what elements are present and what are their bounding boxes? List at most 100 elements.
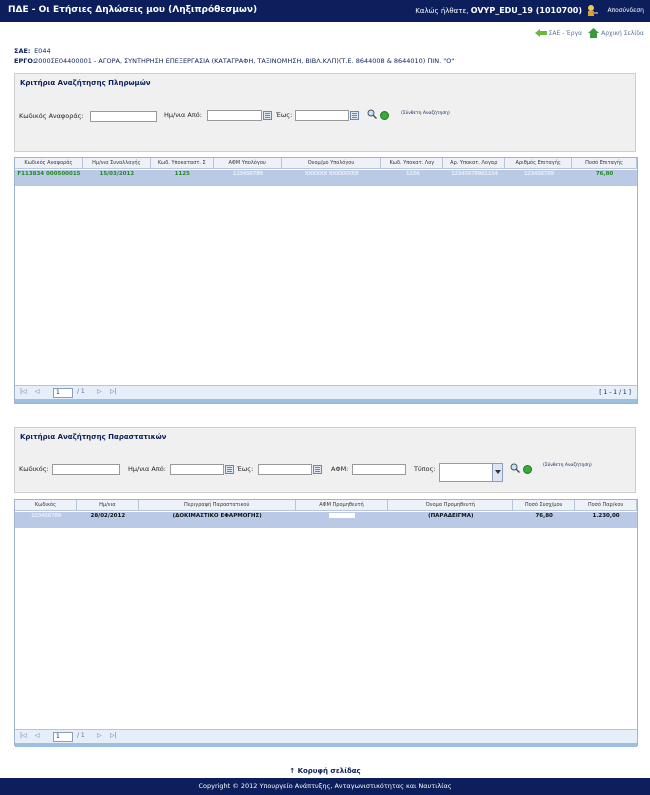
documents-advanced-search-link[interactable]: (Σύνθετη Αναζήτηση) [543,463,592,468]
page-total: / 1 [77,732,85,739]
col-header[interactable]: Περιγραφή Παραστατικού [139,500,296,510]
pager-strip [15,399,637,403]
nav-links: ΣΑΕ - Έργα Αρχική Σελίδα [534,28,644,38]
type-label: Τύπος: [414,465,436,473]
home-icon [588,28,600,38]
payments-advanced-search-link[interactable]: (Σύνθετη Αναζήτηση) [401,111,450,116]
sae-value: E044 [34,47,51,55]
col-header[interactable]: Αρ. Υποκατ. Λογαρ [443,158,506,168]
col-header[interactable]: Ημ/νια Συναλλαγής [83,158,151,168]
calendar-icon[interactable] [263,111,272,120]
pager-strip [15,743,637,747]
chevron-down-icon[interactable] [492,464,502,481]
prev-page-icon[interactable]: ◁ [35,388,40,395]
first-page-icon[interactable]: |◁ [20,732,27,739]
payments-grid: Κωδικός Αναφοράς Ημ/νια Συναλλαγής Κωδ. … [14,157,638,404]
cell-date: 28/02/2012 [90,513,126,519]
cell-code: 123456789 [30,513,61,519]
last-page-icon[interactable]: ▷| [110,732,117,739]
calendar-icon[interactable] [313,465,322,474]
cell-branch: 1125 [174,171,190,177]
col-header[interactable]: Κωδ. Υποκατ. Λογ [381,158,444,168]
calendar-icon[interactable] [350,111,359,120]
col-header[interactable]: ΑΦΜ Υπολόγου [214,158,282,168]
payments-grid-header: Κωδικός Αναφοράς Ημ/νια Συναλλαγής Κωδ. … [15,158,638,169]
home-link[interactable]: Αρχική Σελίδα [588,28,644,38]
cell-total: 1.230,00 [592,513,620,519]
col-header[interactable]: Ημ/νια [77,500,139,510]
next-page-icon[interactable]: ▷ [97,732,102,739]
col-header[interactable]: Κωδ. Υποκαταστ. Σ [151,158,214,168]
documents-grid: Κωδικός Ημ/νια Περιγραφή Παραστατικού ΑΦ… [14,499,638,747]
sae-label: ΣΑΕ: [14,47,31,55]
cell-afm: 123456789 [232,171,263,177]
documents-search-panel: Κριτήρια Αναζήτησης Παραστατικών Κωδικός… [14,427,636,493]
col-header[interactable]: Ποσό Συσχ/μου [513,500,576,510]
project-info: ΣΑΕ: E044 ΕΡΓΟ: 2000ΣΕ04400001 - ΑΓΟΡΑ, … [14,46,454,66]
welcome-text: Καλώς ήλθατε, OVYP_EDU_19 (1010700) [415,6,582,15]
payments-date-to-label: Έως: [276,111,293,119]
col-header[interactable]: Ποσό Επιταγής [572,158,638,168]
welcome-prefix: Καλώς ήλθατε, [415,7,469,15]
cell-desc: (ΔΟΚΙΜΑΣΤΙΚΟ ΕΦΑΡΜΟΓΗΣ) [172,513,262,519]
documents-pager: |◁ ◁ 1 / 1 ▷ ▷| [15,729,637,747]
cell-afm [296,512,389,528]
refresh-icon[interactable] [380,111,389,120]
back-to-top-link[interactable]: ↑ Κορυφή σελίδας [0,767,650,775]
cell-check-no: 123456789 [523,171,554,177]
sae-projects-link[interactable]: ΣΑΕ - Έργα [534,29,583,37]
payments-date-to-input[interactable] [295,110,349,121]
last-page-icon[interactable]: ▷| [110,388,117,395]
payments-search-panel: Κριτήρια Αναζήτησης Πληρωμών Κωδικός Ανα… [14,73,636,152]
cell-name: XXXXXX XXXXXXXX [304,171,359,177]
table-row[interactable]: 123456789 28/02/2012 (ΔΟΚΙΜΑΣΤΙΚΟ ΕΦΑΡΜΟ… [15,512,637,528]
afm-input[interactable] [352,464,406,475]
payments-search-title: Κριτήρια Αναζήτησης Πληρωμών [20,79,151,87]
documents-date-from-input[interactable] [170,464,224,475]
first-page-icon[interactable]: |◁ [20,388,27,395]
payments-date-from-input[interactable] [207,110,262,121]
code-input[interactable] [52,464,120,475]
col-header[interactable]: ΑΦΜ Προμηθευτή [296,500,389,510]
col-header[interactable]: Κωδικός Αναφοράς [15,158,83,168]
table-row[interactable]: F113834 000500015 15/03/2012 1125 123456… [15,170,637,186]
col-header[interactable]: Όνομα Προμηθευτή [388,500,514,510]
payments-date-from-label: Ημ/νια Από: [164,111,202,119]
search-icon[interactable] [510,463,520,473]
col-header[interactable]: Κωδικός [15,500,77,510]
page-number-input[interactable]: 1 [53,388,73,398]
col-header[interactable]: Αριθμός Επιταγής [505,158,573,168]
page-title: ΠΔΕ - Οι Ετήσιες Δηλώσεις μου (Ληξιπρόθε… [8,5,258,15]
payments-range: [ 1 - 1 / 1 ] [599,389,631,396]
cell-supplier: (ΠΑΡΑΔΕΙΓΜΑ) [428,513,474,519]
col-header[interactable]: Ονομ/μο Υπολόγου [282,158,382,168]
user-key-icon[interactable] [586,4,598,17]
back-arrow-icon [534,29,547,37]
logout-link[interactable]: Αποσύνδεση [607,7,644,14]
refresh-icon[interactable] [523,465,532,474]
user-name: OVYP_EDU_19 (1010700) [470,6,582,15]
sae-projects-label: ΣΑΕ - Έργα [548,29,583,37]
prev-page-icon[interactable]: ◁ [35,732,40,739]
code-label: Κωδικός: [19,465,49,473]
footer: Copyright © 2012 Υπουργείο Ανάπτυξης, Αν… [0,778,650,795]
cell-date: 15/03/2012 [99,171,135,177]
documents-search-title: Κριτήρια Αναζήτησης Παραστατικών [20,433,167,441]
cell-acc-no: 12345678901234 [450,171,498,177]
cell-assoc: 76,80 [535,513,553,519]
cell-ref: F113834 000500015 [17,171,81,177]
calendar-icon[interactable] [225,465,234,474]
page-number-input[interactable]: 1 [53,732,73,742]
page-total: / 1 [77,388,85,395]
project-label: ΕΡΓΟ: [14,57,36,65]
documents-date-from-label: Ημ/νια Από: [128,465,166,473]
ref-code-label: Κωδικός Αναφοράς: [19,112,84,120]
next-page-icon[interactable]: ▷ [97,388,102,395]
col-header[interactable]: Ποσό Παρ/κου [575,500,638,510]
ref-code-input[interactable] [90,111,157,122]
cell-acc-code: 1234 [405,171,420,177]
type-select[interactable] [439,463,503,482]
top-bar: ΠΔΕ - Οι Ετήσιες Δηλώσεις μου (Ληξιπρόθε… [0,0,650,22]
documents-date-to-input[interactable] [258,464,312,475]
search-icon[interactable] [367,109,377,119]
